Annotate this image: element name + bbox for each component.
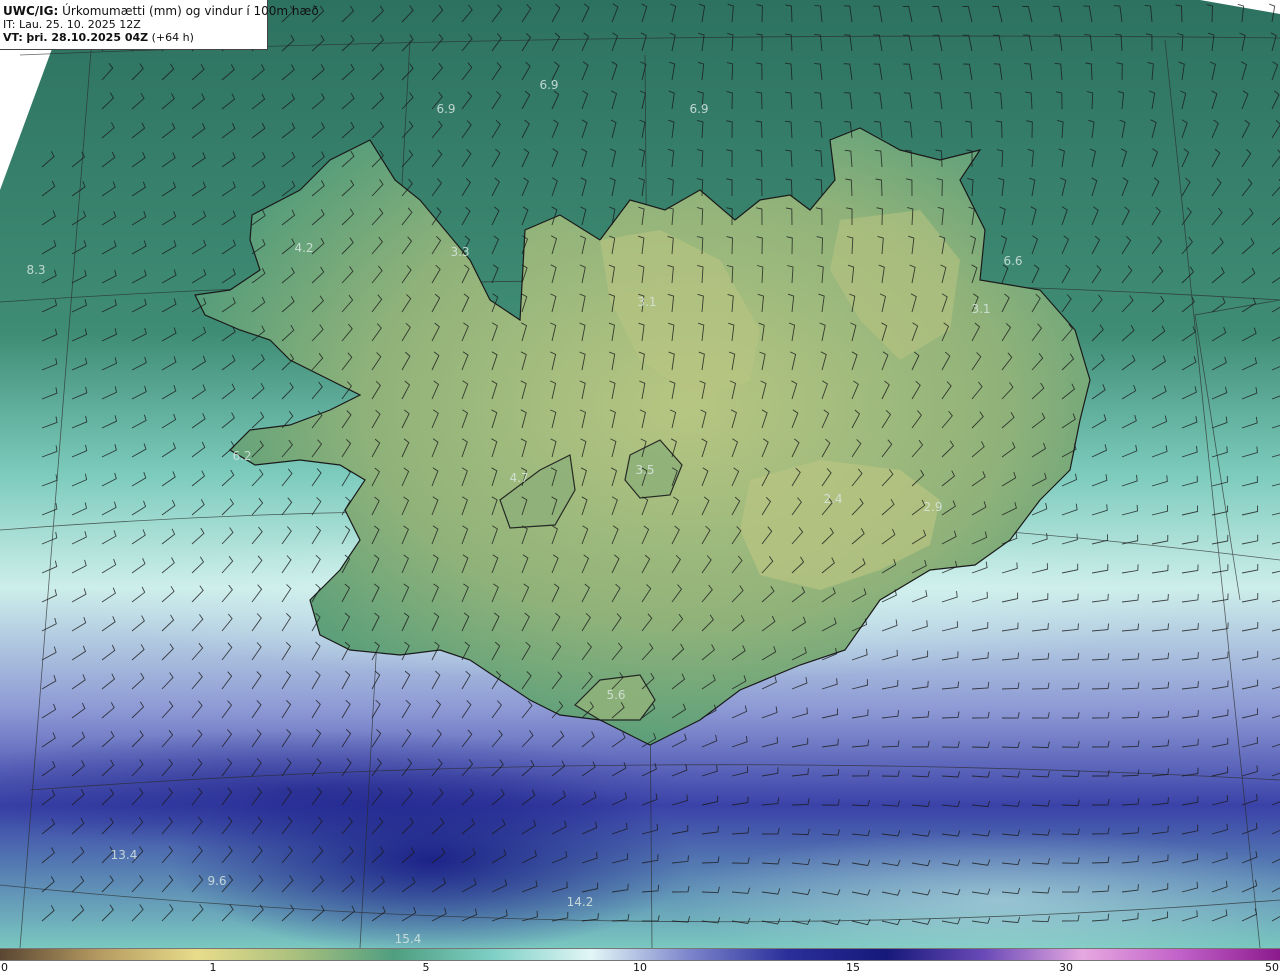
map-value-label: 6.9 (539, 78, 558, 92)
map-title: Úrkomumætti (mm) og vindur í 100m hæð (62, 4, 319, 18)
map-value-label: 4.2 (294, 241, 313, 255)
colorbar-tick-15: 15 (846, 961, 860, 974)
map-value-label: 3.3 (450, 245, 469, 259)
map-value-label: 4.7 (509, 471, 528, 485)
forecast-map: 6.9 6.9 6.9 4.2 3.3 8.3 3.1 6.6 3.1 6.2 4.7 3.5 2.4 2… (0, 0, 1280, 948)
colorbar-tick-50: 50 (1265, 961, 1279, 974)
precipitation-map-canvas: 6.9 6.9 6.9 4.2 3.3 8.3 3.1 6.6 3.1 6.2 4.7 3.5 2.4 2… (0, 0, 1280, 948)
map-info-box: UWC/IG: Úrkomumætti (mm) og vindur í 100… (0, 0, 319, 50)
map-value-label: 3.5 (635, 463, 654, 477)
map-value-label: 14.2 (567, 895, 594, 909)
colorbar-tick-30: 30 (1059, 961, 1073, 974)
init-time: IT: Lau. 25. 10. 2025 12Z (3, 18, 141, 31)
map-value-label: 9.6 (207, 874, 226, 888)
map-value-label: 13.4 (111, 848, 138, 862)
map-value-label: 6.2 (232, 449, 251, 463)
map-value-label: 6.9 (689, 102, 708, 116)
model-code: UWC/IG: (3, 4, 59, 18)
map-value-label: 15.4 (395, 932, 422, 946)
map-value-label: 2.9 (923, 500, 942, 514)
map-value-label: 3.1 (637, 295, 656, 309)
colorbar: 0 1 5 10 15 30 50 (0, 948, 1280, 978)
colorbar-tick-5: 5 (422, 961, 430, 974)
map-value-label: 6.9 (436, 102, 455, 116)
colorbar-tick-1: 1 (209, 961, 217, 974)
map-value-label: 2.4 (823, 492, 842, 506)
colorbar-tick-10: 10 (633, 961, 647, 974)
map-value-label: 6.6 (1003, 254, 1022, 268)
colorbar-tick-0: 0 (1, 961, 8, 974)
valid-label: VT: (3, 31, 23, 44)
colorbar-strip (0, 948, 1280, 961)
lead-time: (+64 h) (151, 31, 194, 44)
map-value-label: 5.6 (606, 688, 625, 702)
valid-time: þri. 28.10.2025 04Z (26, 31, 149, 44)
map-value-label: 3.1 (971, 302, 990, 316)
map-value-label: 8.3 (26, 263, 45, 277)
